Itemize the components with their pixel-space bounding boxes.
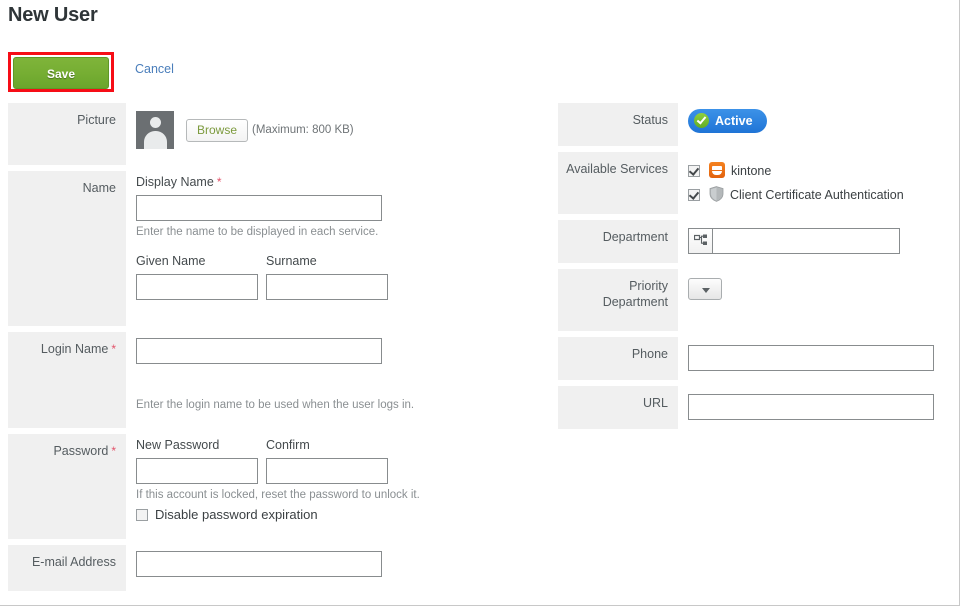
field-row-phone: Phone <box>558 337 952 380</box>
label-password-text: Password <box>53 444 109 458</box>
field-row-email: E-mail Address <box>8 545 538 591</box>
label-status-text: Status <box>632 113 668 127</box>
picture-field: Browse (Maximum: 800 KB) <box>136 111 354 149</box>
email-input[interactable] <box>136 551 382 577</box>
display-name-required-mark: * <box>216 175 222 189</box>
cancel-link[interactable]: Cancel <box>135 62 174 76</box>
label-department-text: Department <box>602 230 668 244</box>
shield-icon <box>709 186 724 202</box>
available-services-field: kintone Client Certificate Authenticatio… <box>688 161 904 205</box>
status-badge[interactable]: Active <box>688 109 767 133</box>
browse-button[interactable]: Browse <box>186 118 249 142</box>
field-row-available-services: Available Services kintone Client Certif… <box>558 152 952 214</box>
confirm-password-label: Confirm <box>266 438 310 452</box>
label-priority-department-text: Priority Department <box>602 279 668 309</box>
login-name-hint: Enter the login name to be used when the… <box>136 399 415 411</box>
field-row-login-name: Login Name * Enter the login name to be u… <box>8 332 538 428</box>
status-field: Active <box>688 109 767 133</box>
email-field <box>136 551 382 577</box>
login-name-required-mark: * <box>111 342 116 356</box>
label-phone-text: Phone <box>631 347 668 361</box>
new-password-label: New Password <box>136 438 220 452</box>
service-item-kintone[interactable]: kintone <box>688 161 904 181</box>
label-department: Department <box>558 220 678 263</box>
label-password: Password * <box>8 434 126 539</box>
field-row-status: Status Active <box>558 103 952 146</box>
phone-input[interactable] <box>688 345 934 371</box>
service-item-client-certificate[interactable]: Client Certificate Authentication <box>688 185 904 205</box>
disable-password-expiration-row[interactable]: Disable password expiration <box>136 507 420 522</box>
label-phone: Phone <box>558 337 678 380</box>
label-picture: Picture <box>8 103 126 165</box>
page-title: New User <box>8 4 98 26</box>
display-name-hint: Enter the name to be displayed in each s… <box>136 226 379 238</box>
label-name: Name <box>8 171 126 326</box>
department-field <box>688 228 900 254</box>
service-client-certificate-checkbox[interactable] <box>688 189 700 201</box>
label-email: E-mail Address <box>8 545 126 591</box>
url-field <box>688 394 934 420</box>
service-kintone-checkbox[interactable] <box>688 165 700 177</box>
label-name-text: Name <box>82 181 116 195</box>
department-input[interactable] <box>712 228 900 254</box>
field-row-picture: Picture Browse (Maximum: 800 KB) <box>8 103 538 165</box>
label-picture-text: Picture <box>77 113 116 127</box>
login-name-input[interactable] <box>136 338 382 364</box>
label-available-services-text: Available Services <box>566 162 668 176</box>
confirm-password-group: Confirm <box>266 438 396 484</box>
disable-password-expiration-label: Disable password expiration <box>155 507 318 522</box>
label-email-text: E-mail Address <box>31 555 116 569</box>
priority-department-field <box>688 278 722 300</box>
label-login-name-text: Login Name <box>40 342 109 356</box>
given-name-group: Given Name <box>136 254 266 300</box>
field-row-name: Name Display Name * Enter the name to be … <box>8 171 538 326</box>
display-name-input[interactable] <box>136 195 382 221</box>
display-name-label-wrap: Display Name * <box>136 175 396 189</box>
kintone-icon <box>709 162 725 178</box>
picture-max-size-note: (Maximum: 800 KB) <box>252 124 354 136</box>
field-row-password: Password * New Password Confirm If this a… <box>8 434 538 539</box>
field-row-priority-department: Priority Department <box>558 269 952 331</box>
disable-password-expiration-checkbox[interactable] <box>136 509 148 521</box>
surname-label: Surname <box>266 254 317 268</box>
password-field-group: New Password Confirm If this account is … <box>136 438 420 522</box>
new-user-page: New User Save Cancel Picture Browse (Maxi… <box>0 0 960 606</box>
service-client-certificate-label: Client Certificate Authentication <box>730 188 904 202</box>
label-url: URL <box>558 386 678 429</box>
label-status: Status <box>558 103 678 146</box>
check-circle-icon <box>694 113 709 128</box>
surname-group: Surname <box>266 254 396 300</box>
left-form-column: Picture Browse (Maximum: 800 KB) Name Dis… <box>8 103 538 591</box>
given-name-input[interactable] <box>136 274 258 300</box>
right-form-column: Status Active Available Services kintone… <box>558 103 952 429</box>
display-name-label: Display Name <box>136 175 214 189</box>
label-available-services: Available Services <box>558 152 678 214</box>
new-password-group: New Password <box>136 438 266 484</box>
phone-field <box>688 345 934 371</box>
save-button-highlight: Save <box>8 52 114 92</box>
status-value: Active <box>715 114 753 128</box>
surname-input[interactable] <box>266 274 388 300</box>
field-row-url: URL <box>558 386 952 429</box>
given-name-label: Given Name <box>136 254 206 268</box>
url-input[interactable] <box>688 394 934 420</box>
service-kintone-label: kintone <box>731 164 772 178</box>
label-login-name: Login Name * <box>8 332 126 428</box>
confirm-password-input[interactable] <box>266 458 388 484</box>
action-bar: Save Cancel <box>0 52 959 96</box>
save-button[interactable]: Save <box>13 57 109 89</box>
password-required-mark: * <box>111 444 116 458</box>
label-priority-department: Priority Department <box>558 269 678 331</box>
field-row-department: Department <box>558 220 952 263</box>
department-picker <box>688 228 900 254</box>
new-password-input[interactable] <box>136 458 258 484</box>
password-hint: If this account is locked, reset the pas… <box>136 489 420 501</box>
login-name-field: Enter the login name to be used when the… <box>136 338 414 411</box>
label-url-text: URL <box>642 396 668 410</box>
user-avatar-icon <box>136 111 174 149</box>
priority-department-dropdown[interactable] <box>688 278 722 300</box>
org-tree-icon[interactable] <box>688 228 712 254</box>
name-field-group: Display Name * Enter the name to be displ… <box>136 175 396 300</box>
